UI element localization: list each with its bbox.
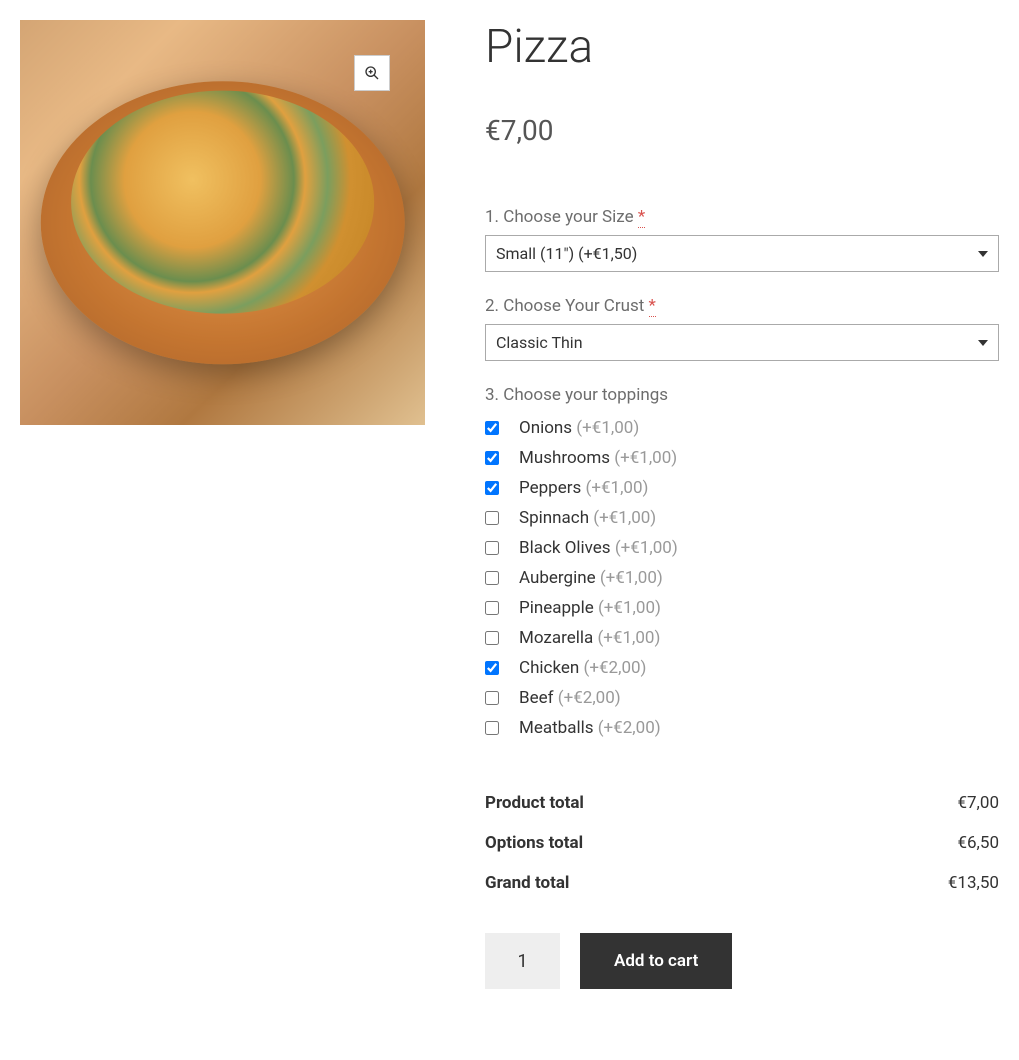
- topping-row: Black Olives (+€1,00): [485, 533, 999, 563]
- options-total-value: €6,50: [957, 833, 999, 853]
- topping-label[interactable]: Aubergine (+€1,00): [519, 568, 663, 588]
- options-total-row: Options total €6,50: [485, 823, 999, 863]
- topping-label[interactable]: Spinnach (+€1,00): [519, 508, 656, 528]
- topping-checkbox[interactable]: [485, 541, 499, 555]
- topping-row: Onions (+€1,00): [485, 413, 999, 443]
- topping-checkbox[interactable]: [485, 571, 499, 585]
- grand-total-label: Grand total: [485, 873, 569, 893]
- topping-row: Mushrooms (+€1,00): [485, 443, 999, 473]
- topping-checkbox[interactable]: [485, 691, 499, 705]
- topping-label[interactable]: Black Olives (+€1,00): [519, 538, 678, 558]
- topping-checkbox[interactable]: [485, 451, 499, 465]
- zoom-in-icon: [364, 65, 380, 81]
- topping-checkbox[interactable]: [485, 481, 499, 495]
- zoom-button[interactable]: [354, 55, 390, 91]
- topping-row: Aubergine (+€1,00): [485, 563, 999, 593]
- topping-price: (+€1,00): [597, 628, 660, 648]
- topping-row: Pineapple (+€1,00): [485, 593, 999, 623]
- topping-label[interactable]: Mushrooms (+€1,00): [519, 448, 677, 468]
- topping-price: (+€1,00): [614, 448, 677, 468]
- topping-label[interactable]: Beef (+€2,00): [519, 688, 621, 708]
- quantity-input[interactable]: [485, 933, 560, 989]
- product-total-label: Product total: [485, 793, 584, 813]
- topping-checkbox[interactable]: [485, 421, 499, 435]
- required-indicator: *: [638, 207, 645, 228]
- product-total-row: Product total €7,00: [485, 783, 999, 823]
- crust-label: 2. Choose Your Crust *: [485, 296, 999, 316]
- grand-total-row: Grand total €13,50: [485, 863, 999, 903]
- size-select[interactable]: Small (11") (+€1,50): [485, 235, 999, 272]
- topping-label[interactable]: Meatballs (+€2,00): [519, 718, 661, 738]
- required-indicator: *: [649, 296, 656, 317]
- topping-price: (+€1,00): [598, 598, 661, 618]
- topping-row: Peppers (+€1,00): [485, 473, 999, 503]
- grand-total-value: €13,50: [948, 873, 999, 893]
- product-total-value: €7,00: [957, 793, 999, 813]
- topping-price: (+€1,00): [586, 478, 649, 498]
- topping-price: (+€1,00): [615, 538, 678, 558]
- topping-label[interactable]: Peppers (+€1,00): [519, 478, 648, 498]
- topping-price: (+€2,00): [598, 718, 661, 738]
- crust-select[interactable]: Classic Thin: [485, 324, 999, 361]
- add-to-cart-button[interactable]: Add to cart: [580, 933, 732, 989]
- options-total-label: Options total: [485, 833, 583, 853]
- topping-price: (+€1,00): [593, 508, 656, 528]
- topping-price: (+€1,00): [576, 418, 639, 438]
- product-price: €7,00: [485, 114, 999, 147]
- topping-checkbox[interactable]: [485, 631, 499, 645]
- topping-checkbox[interactable]: [485, 721, 499, 735]
- topping-row: Meatballs (+€2,00): [485, 713, 999, 743]
- topping-row: Chicken (+€2,00): [485, 653, 999, 683]
- toppings-label: 3. Choose your toppings: [485, 385, 999, 405]
- topping-row: Mozarella (+€1,00): [485, 623, 999, 653]
- topping-row: Beef (+€2,00): [485, 683, 999, 713]
- toppings-list: Onions (+€1,00) Mushrooms (+€1,00) Peppers…: [485, 413, 999, 743]
- topping-checkbox[interactable]: [485, 511, 499, 525]
- topping-label[interactable]: Onions (+€1,00): [519, 418, 639, 438]
- topping-price: (+€1,00): [600, 568, 663, 588]
- topping-price: (+€2,00): [584, 658, 647, 678]
- topping-label[interactable]: Chicken (+€2,00): [519, 658, 646, 678]
- product-title: Pizza: [485, 20, 999, 74]
- topping-row: Spinnach (+€1,00): [485, 503, 999, 533]
- topping-label[interactable]: Mozarella (+€1,00): [519, 628, 660, 648]
- topping-price: (+€2,00): [558, 688, 621, 708]
- size-label: 1. Choose your Size *: [485, 207, 999, 227]
- topping-label[interactable]: Pineapple (+€1,00): [519, 598, 661, 618]
- topping-checkbox[interactable]: [485, 601, 499, 615]
- totals-section: Product total €7,00 Options total €6,50 …: [485, 783, 999, 903]
- topping-checkbox[interactable]: [485, 661, 499, 675]
